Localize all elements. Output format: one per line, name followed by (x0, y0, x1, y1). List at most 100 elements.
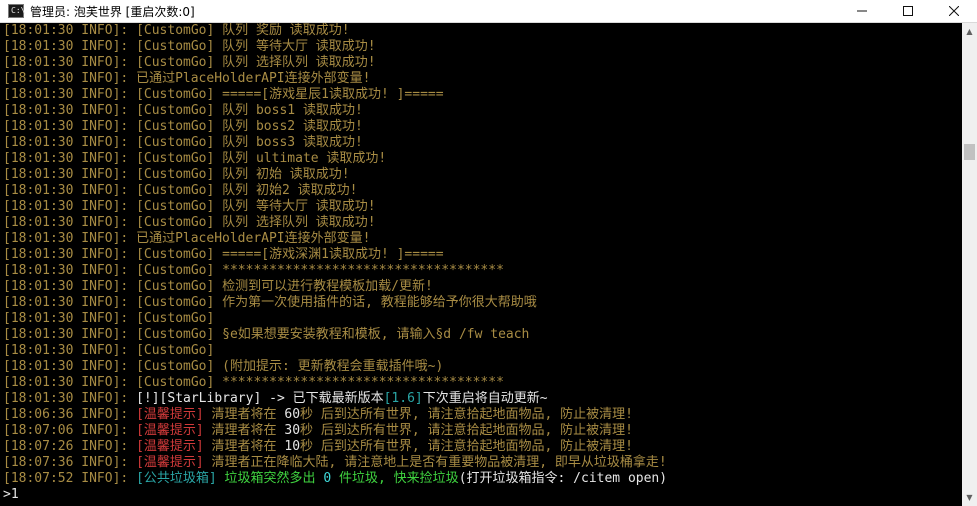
scroll-down-arrow-icon[interactable]: ▼ (962, 489, 977, 506)
log-message-segment: [CustomGo] (136, 359, 223, 374)
console-line: [18:07:06 INFO]: [温馨提示] 清理者将在 30秒 后到达所有世… (3, 423, 962, 439)
log-message-segment: [!][StarLibrary] -> 已下载最新版本 (136, 391, 384, 406)
log-timestamp: [18:01:30 INFO]: (3, 199, 137, 214)
log-timestamp: [18:01:30 INFO]: (3, 151, 137, 166)
maximize-button[interactable] (885, 0, 931, 22)
console-line: [18:01:30 INFO]: [CustomGo] 队列 初始2 读取成功! (3, 183, 962, 199)
scrollbar-thumb[interactable] (964, 144, 975, 160)
log-message-segment: [CustomGo] 队列 boss3 读取成功! (136, 135, 363, 150)
log-timestamp: [18:01:30 INFO]: (3, 263, 137, 278)
log-message-segment: ************************************ (222, 375, 504, 390)
console-line: [18:07:52 INFO]: [公共垃圾箱] 垃圾箱突然多出 0 件垃圾, … (3, 471, 962, 487)
log-message-segment: 秒 后到达所有世界, 请注意拾起地面物品, 防止被清理! (300, 439, 633, 454)
window-title: 管理员: 泡芙世界 [重启次数:0] (30, 4, 195, 19)
console-line: [18:01:30 INFO]: [!][StarLibrary] -> 已下载… (3, 391, 962, 407)
console-line: [18:01:30 INFO]: [CustomGo] 队列 选择队列 读取成功… (3, 55, 962, 71)
console-line: [18:01:30 INFO]: [CustomGo] 队列 ultimate … (3, 151, 962, 167)
console-line: [18:07:36 INFO]: [温馨提示] 清理者正在降临大陆, 请注意地上… (3, 455, 962, 471)
log-message-segment: (打开垃圾箱指令: /citem open) (458, 471, 668, 486)
log-message-segment: [CustomGo] (136, 279, 223, 294)
log-timestamp: [18:01:30 INFO]: (3, 247, 137, 262)
console-window: C:\ 管理员: 泡芙世界 [重启次数:0] [18:01:30 INFO]: … (0, 0, 977, 506)
console-output[interactable]: [18:01:30 INFO]: [CustomGo] 队列 奖励 读取成功![… (0, 23, 962, 506)
console-line: [18:01:30 INFO]: [CustomGo] 队列 奖励 读取成功! (3, 23, 962, 39)
log-message-segment: [CustomGo] =====[游戏深渊1读取成功! ]===== (136, 247, 444, 262)
console-line: [18:01:30 INFO]: 已通过PlaceHolderAPI连接外部变量… (3, 231, 962, 247)
log-message-segment: [CustomGo] (136, 263, 223, 278)
close-icon (949, 6, 959, 16)
log-message-segment: [温馨提示] (136, 423, 204, 438)
console-line: [18:01:30 INFO]: [CustomGo] =====[游戏深渊1读… (3, 247, 962, 263)
log-timestamp: [18:01:30 INFO]: (3, 375, 137, 390)
log-message-segment: [CustomGo] 队列 boss1 读取成功! (136, 103, 363, 118)
console-line: [18:01:30 INFO]: [CustomGo] ************… (3, 263, 962, 279)
console-line: [18:01:30 INFO]: [CustomGo] 队列 boss2 读取成… (3, 119, 962, 135)
log-message-segment: [CustomGo] 队列 等待大厅 读取成功! (136, 199, 376, 214)
command-input-line[interactable]: >1 (3, 487, 962, 503)
console-line: [18:01:30 INFO]: 已通过PlaceHolderAPI连接外部变量… (3, 71, 962, 87)
log-message-segment: [CustomGo] (136, 311, 215, 326)
minimize-icon (857, 10, 867, 12)
title-bar[interactable]: C:\ 管理员: 泡芙世界 [重启次数:0] (0, 0, 977, 23)
vertical-scrollbar[interactable]: ▲ ▼ (962, 23, 977, 506)
log-timestamp: [18:07:26 INFO]: (3, 439, 137, 454)
log-message-segment: (附加提示: 更新教程会重载插件哦~) (222, 359, 444, 374)
log-timestamp: [18:07:36 INFO]: (3, 455, 137, 470)
log-message-segment: [CustomGo] 队列 ultimate 读取成功! (136, 151, 387, 166)
log-message-segment: 清理者正在降临大陆, 请注意地上是否有重要物品被清理, 即早从垃圾桶拿走! (203, 455, 667, 470)
minimize-button[interactable] (839, 0, 885, 22)
log-timestamp: [18:01:30 INFO]: (3, 215, 137, 230)
log-message-segment: [CustomGo] (136, 375, 223, 390)
log-message-segment: [温馨提示] (136, 439, 204, 454)
log-message-segment: ************************************ (222, 263, 504, 278)
log-message-segment: [CustomGo] 队列 等待大厅 读取成功! (136, 39, 376, 54)
console-line: [18:01:30 INFO]: [CustomGo] (附加提示: 更新教程会… (3, 359, 962, 375)
log-timestamp: [18:01:30 INFO]: (3, 23, 137, 38)
log-timestamp: [18:01:30 INFO]: (3, 71, 137, 86)
log-message-segment: [CustomGo] (136, 295, 223, 310)
log-timestamp: [18:01:30 INFO]: (3, 135, 137, 150)
log-timestamp: [18:01:30 INFO]: (3, 87, 137, 102)
log-timestamp: [18:01:30 INFO]: (3, 55, 137, 70)
log-message-segment: 10 (284, 439, 301, 454)
log-message-segment: 垃圾箱突然多出 (216, 471, 324, 486)
log-timestamp: [18:01:30 INFO]: (3, 231, 137, 246)
log-message-segment: [温馨提示] (136, 455, 204, 470)
console-line: [18:01:30 INFO]: [CustomGo] 队列 初始 读取成功! (3, 167, 962, 183)
console-line: [18:01:30 INFO]: [CustomGo] 队列 等待大厅 读取成功… (3, 39, 962, 55)
log-message-segment: [CustomGo] 队列 初始2 读取成功! (136, 183, 358, 198)
log-message-segment: [温馨提示] (136, 407, 204, 422)
log-message-segment: 作为第一次使用插件的话, 教程能够给予你很大帮助哦 (222, 295, 537, 310)
cmd-console-icon: C:\ (8, 4, 25, 18)
console-line: [18:01:30 INFO]: [CustomGo] 队列 boss1 读取成… (3, 103, 962, 119)
log-timestamp: [18:01:30 INFO]: (3, 343, 137, 358)
console-line: [18:01:30 INFO]: [CustomGo] ************… (3, 375, 962, 391)
log-timestamp: [18:07:06 INFO]: (3, 423, 137, 438)
log-timestamp: [18:01:30 INFO]: (3, 327, 137, 342)
log-timestamp: [18:01:30 INFO]: (3, 279, 137, 294)
log-message-segment: [公共垃圾箱] (136, 471, 217, 486)
log-timestamp: [18:01:30 INFO]: (3, 39, 137, 54)
maximize-icon (903, 6, 913, 16)
log-message-segment: 件垃圾, 快来捡垃圾 (331, 471, 459, 486)
log-message-segment: 已通过PlaceHolderAPI连接外部变量! (136, 231, 371, 246)
console-line: [18:01:30 INFO]: [CustomGo] =====[游戏星辰1读… (3, 87, 962, 103)
log-message-segment: 下次重启将自动更新~ (422, 391, 548, 406)
close-button[interactable] (931, 0, 977, 22)
log-timestamp: [18:01:30 INFO]: (3, 103, 137, 118)
log-message-segment: 清理者将在 (203, 423, 285, 438)
log-message-segment: [CustomGo] 队列 选择队列 读取成功! (136, 215, 376, 230)
scroll-up-arrow-icon[interactable]: ▲ (962, 23, 977, 40)
log-timestamp: [18:01:30 INFO]: (3, 311, 137, 326)
window-controls (839, 0, 977, 22)
log-message-segment: 60 (284, 407, 301, 422)
log-timestamp: [18:01:30 INFO]: (3, 167, 137, 182)
log-message-segment: 已通过PlaceHolderAPI连接外部变量! (136, 71, 371, 86)
log-message-segment: 秒 后到达所有世界, 请注意拾起地面物品, 防止被清理! (300, 407, 633, 422)
log-message-segment: [CustomGo] (136, 327, 223, 342)
console-line: [18:01:30 INFO]: [CustomGo] 队列 boss3 读取成… (3, 135, 962, 151)
log-timestamp: [18:07:52 INFO]: (3, 471, 137, 486)
console-line: [18:01:30 INFO]: [CustomGo] (3, 311, 962, 327)
console-line: [18:01:30 INFO]: [CustomGo] 队列 选择队列 读取成功… (3, 215, 962, 231)
log-message-segment: [CustomGo] 队列 奖励 读取成功! (136, 23, 350, 38)
